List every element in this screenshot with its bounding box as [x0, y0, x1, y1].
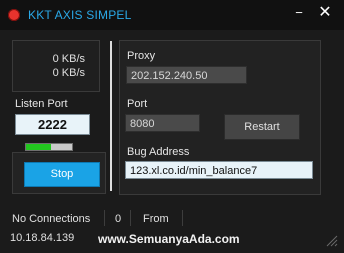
resize-grip-icon[interactable] [324, 233, 338, 247]
app-icon [8, 9, 20, 21]
connection-count: 0 [115, 213, 122, 225]
progress-fill [26, 144, 52, 150]
window-title: KKT AXIS SIMPEL [28, 8, 132, 22]
status-separator [104, 210, 105, 226]
proxy-field[interactable]: 202.152.240.50 [126, 66, 247, 84]
listen-port-label: Listen Port [15, 98, 68, 110]
ip-address: 10.18.84.139 [10, 232, 75, 244]
watermark: www.SemuanyaAda.com [98, 232, 240, 246]
vertical-divider [110, 41, 112, 191]
port-label: Port [127, 98, 148, 110]
minimize-button[interactable]: − [287, 3, 311, 23]
download-speed: 0 KB/s [52, 67, 85, 79]
proxy-label: Proxy [127, 50, 156, 62]
stop-button[interactable]: Stop [24, 162, 100, 187]
upload-speed: 0 KB/s [52, 53, 85, 65]
status-separator [182, 210, 183, 226]
listen-port-input[interactable]: 2222 [15, 114, 90, 135]
restart-button[interactable]: Restart [224, 114, 300, 140]
speed-panel: 0 KB/s 0 KB/s [12, 40, 100, 92]
bug-address-field[interactable]: 123.xl.co.id/min_balance7 [125, 161, 313, 179]
port-field[interactable]: 8080 [125, 114, 200, 132]
close-button[interactable]: ✕ [313, 3, 337, 23]
status-separator [130, 210, 131, 226]
connections-status: No Connections [12, 213, 91, 225]
from-label: From [143, 213, 169, 225]
progress-bar [25, 143, 73, 151]
bug-address-label: Bug Address [127, 146, 190, 158]
